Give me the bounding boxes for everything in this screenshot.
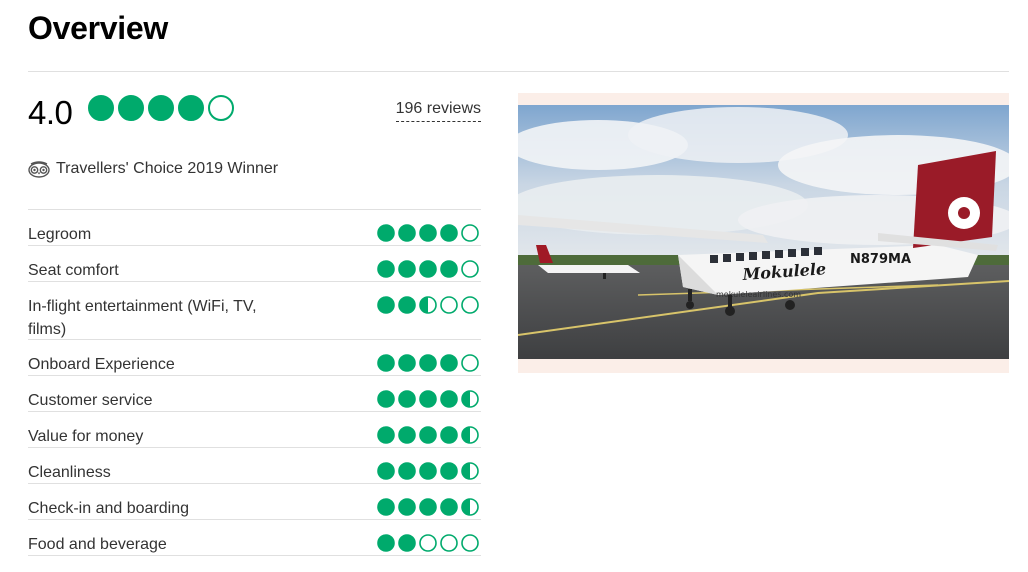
bubble-full-icon	[118, 95, 144, 121]
bubble-full-icon	[377, 296, 395, 314]
bubble-full-icon	[440, 498, 458, 516]
tail-number: N879MA	[850, 252, 911, 267]
photo-frame: N879MA Mokulele mokuleleairlines.com	[518, 93, 1009, 373]
rating-label: Cleanliness	[28, 464, 111, 481]
travellers-choice-owl-icon	[28, 160, 50, 178]
bubble-half-icon	[419, 296, 437, 314]
travellers-choice-award: Travellers' Choice 2019 Winner	[28, 160, 278, 178]
page-title: Overview	[28, 10, 168, 46]
bubble-half-icon	[461, 390, 479, 408]
bubble-full-icon	[377, 260, 395, 278]
bubble-full-icon	[419, 498, 437, 516]
bubble-full-icon	[377, 354, 395, 372]
bubble-full-icon	[398, 534, 416, 552]
rating-bubbles	[377, 462, 479, 480]
bubble-full-icon	[419, 462, 437, 480]
bubble-full-icon	[377, 390, 395, 408]
bubble-full-icon	[440, 462, 458, 480]
bubble-full-icon	[419, 426, 437, 444]
airplane-photo[interactable]: N879MA Mokulele mokuleleairlines.com	[518, 105, 1009, 359]
bubble-full-icon	[419, 354, 437, 372]
bubble-full-icon	[377, 426, 395, 444]
bubble-full-icon	[377, 534, 395, 552]
bubble-full-icon	[440, 260, 458, 278]
rating-bubbles	[377, 390, 479, 408]
bubble-empty-icon	[440, 296, 458, 314]
rating-label: Onboard Experience	[28, 356, 175, 373]
divider	[28, 71, 1009, 72]
bubble-full-icon	[178, 95, 204, 121]
rating-bubbles	[377, 224, 479, 242]
bubble-full-icon	[377, 462, 395, 480]
bubble-empty-icon	[461, 260, 479, 278]
bubble-full-icon	[419, 260, 437, 278]
bubble-empty-icon	[461, 224, 479, 242]
overview-page: Overview 4.0 196 reviews Travellers' Cho…	[0, 0, 1028, 572]
bubble-full-icon	[398, 498, 416, 516]
bubble-empty-icon	[419, 534, 437, 552]
bubble-full-icon	[419, 224, 437, 242]
bubble-full-icon	[377, 224, 395, 242]
bubble-half-icon	[461, 498, 479, 516]
rating-row: Legroom	[28, 210, 481, 246]
rating-label: Legroom	[28, 226, 92, 243]
bubble-full-icon	[440, 390, 458, 408]
bubble-full-icon	[398, 426, 416, 444]
rating-label: Seat comfort	[28, 262, 119, 279]
rating-row: Cleanliness	[28, 448, 481, 484]
rating-row: Value for money	[28, 412, 481, 448]
bubble-full-icon	[440, 224, 458, 242]
rating-bubbles	[377, 534, 479, 552]
rating-row: Customer service	[28, 376, 481, 412]
rating-row: Food and beverage	[28, 520, 481, 556]
bubble-empty-icon	[440, 534, 458, 552]
bubble-full-icon	[398, 390, 416, 408]
bubble-half-icon	[461, 426, 479, 444]
rating-label: Value for money	[28, 428, 144, 445]
rating-bubbles	[377, 296, 479, 314]
category-ratings: Legroom Seat comfort In-flight entertainme…	[28, 209, 481, 556]
rating-label: In-flight entertainment (WiFi, TV, films…	[28, 298, 257, 338]
overall-rating: 4.0 196 reviews	[28, 92, 481, 132]
bubble-empty-icon	[461, 354, 479, 372]
bubble-empty-icon	[461, 296, 479, 314]
bubble-full-icon	[398, 462, 416, 480]
bubble-empty-icon	[461, 534, 479, 552]
bubble-full-icon	[398, 354, 416, 372]
rating-label: Customer service	[28, 392, 153, 409]
overall-bubble-rating	[88, 95, 234, 121]
rating-bubbles	[377, 498, 479, 516]
bubble-full-icon	[88, 95, 114, 121]
reviews-link[interactable]: 196 reviews	[395, 100, 481, 122]
bubble-half-icon	[461, 462, 479, 480]
bubble-full-icon	[419, 390, 437, 408]
bubble-full-icon	[377, 498, 395, 516]
bubble-full-icon	[398, 224, 416, 242]
rating-label: Check-in and boarding	[28, 500, 189, 517]
rating-bubbles	[377, 260, 479, 278]
bubble-full-icon	[398, 296, 416, 314]
bubble-empty-icon	[208, 95, 234, 121]
bubble-full-icon	[148, 95, 174, 121]
award-label: Travellers' Choice 2019 Winner	[56, 160, 279, 177]
rating-bubbles	[377, 426, 479, 444]
rating-row: In-flight entertainment (WiFi, TV, films…	[28, 282, 481, 340]
bubble-full-icon	[398, 260, 416, 278]
bubble-full-icon	[440, 426, 458, 444]
bubble-full-icon	[440, 354, 458, 372]
overall-rating-value: 4.0	[28, 94, 73, 131]
rating-bubbles	[377, 354, 479, 372]
rating-row: Check-in and boarding	[28, 484, 481, 520]
rating-label: Food and beverage	[28, 536, 167, 553]
rating-row: Onboard Experience	[28, 340, 481, 376]
rating-row: Seat comfort	[28, 246, 481, 282]
